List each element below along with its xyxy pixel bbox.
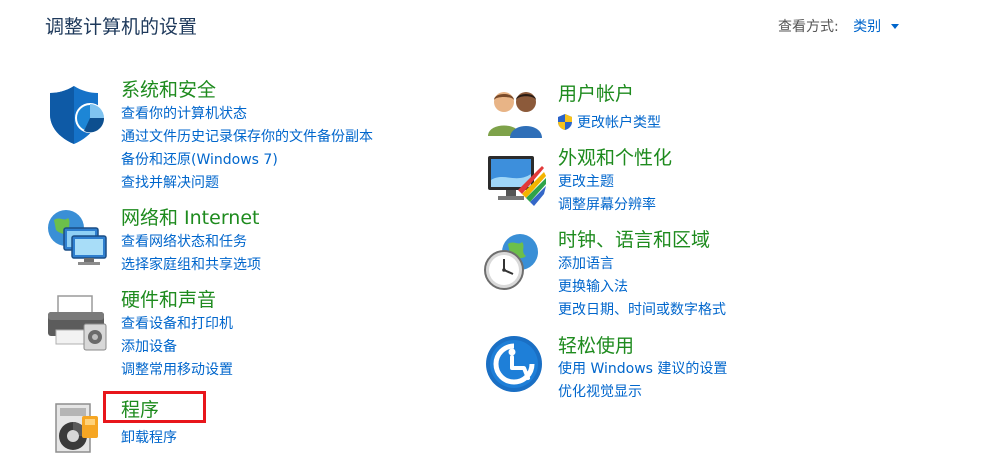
control-panel-page: 调整计算机的设置 查看方式: 类别 系统和安全 查看你的计算机状态 通过文件历史… xyxy=(0,0,1002,474)
category-network-internet[interactable]: 网络和 Internet xyxy=(121,206,259,230)
link-uninstall-program[interactable]: 卸载程序 xyxy=(121,428,177,448)
link-backup-restore[interactable]: 备份和还原(Windows 7) xyxy=(121,150,278,170)
view-by-label: 查看方式: xyxy=(778,19,839,35)
category-hardware-sound[interactable]: 硬件和声音 xyxy=(121,288,216,312)
chevron-down-icon[interactable] xyxy=(890,24,899,29)
link-file-history-backup[interactable]: 通过文件历史记录保存你的文件备份副本 xyxy=(121,127,373,147)
link-network-status[interactable]: 查看网络状态和任务 xyxy=(121,232,247,252)
link-date-time-format[interactable]: 更改日期、时间或数字格式 xyxy=(558,300,726,320)
category-appearance-personalization[interactable]: 外观和个性化 xyxy=(558,146,672,170)
view-by-dropdown[interactable]: 类别 xyxy=(853,19,881,35)
link-windows-suggested-settings[interactable]: 使用 Windows 建议的设置 xyxy=(558,359,727,379)
link-change-input-method[interactable]: 更换输入法 xyxy=(558,277,628,297)
category-user-accounts[interactable]: 用户帐户 xyxy=(558,82,634,106)
uac-shield-icon xyxy=(558,114,572,130)
clock-globe-icon xyxy=(484,234,538,290)
link-devices-printers[interactable]: 查看设备和打印机 xyxy=(121,314,233,334)
link-change-account-type[interactable]: 更改帐户类型 xyxy=(577,113,661,133)
link-optimize-visual-display[interactable]: 优化视觉显示 xyxy=(558,382,642,402)
page-title: 调整计算机的设置 xyxy=(45,16,198,38)
link-homegroup-sharing[interactable]: 选择家庭组和共享选项 xyxy=(121,255,261,275)
ease-of-access-icon xyxy=(486,336,542,392)
link-troubleshoot[interactable]: 查找并解决问题 xyxy=(121,173,219,193)
printer-icon xyxy=(48,295,107,351)
link-add-device[interactable]: 添加设备 xyxy=(121,337,177,357)
link-mobility-settings[interactable]: 调整常用移动设置 xyxy=(121,360,233,380)
view-by-control: 查看方式: 类别 xyxy=(778,16,899,36)
monitor-palette-icon xyxy=(488,156,546,206)
category-ease-of-access[interactable]: 轻松使用 xyxy=(558,334,634,358)
users-icon xyxy=(488,92,542,138)
category-system-security[interactable]: 系统和安全 xyxy=(121,78,216,102)
link-add-language[interactable]: 添加语言 xyxy=(558,254,614,274)
network-globe-icon xyxy=(48,210,107,265)
link-view-computer-status[interactable]: 查看你的计算机状态 xyxy=(121,104,247,124)
link-change-theme[interactable]: 更改主题 xyxy=(558,172,614,192)
category-clock-language-region[interactable]: 时钟、语言和区域 xyxy=(558,228,710,252)
shield-icon xyxy=(50,86,105,144)
highlight-box xyxy=(103,391,206,423)
link-screen-resolution[interactable]: 调整屏幕分辨率 xyxy=(558,195,656,215)
